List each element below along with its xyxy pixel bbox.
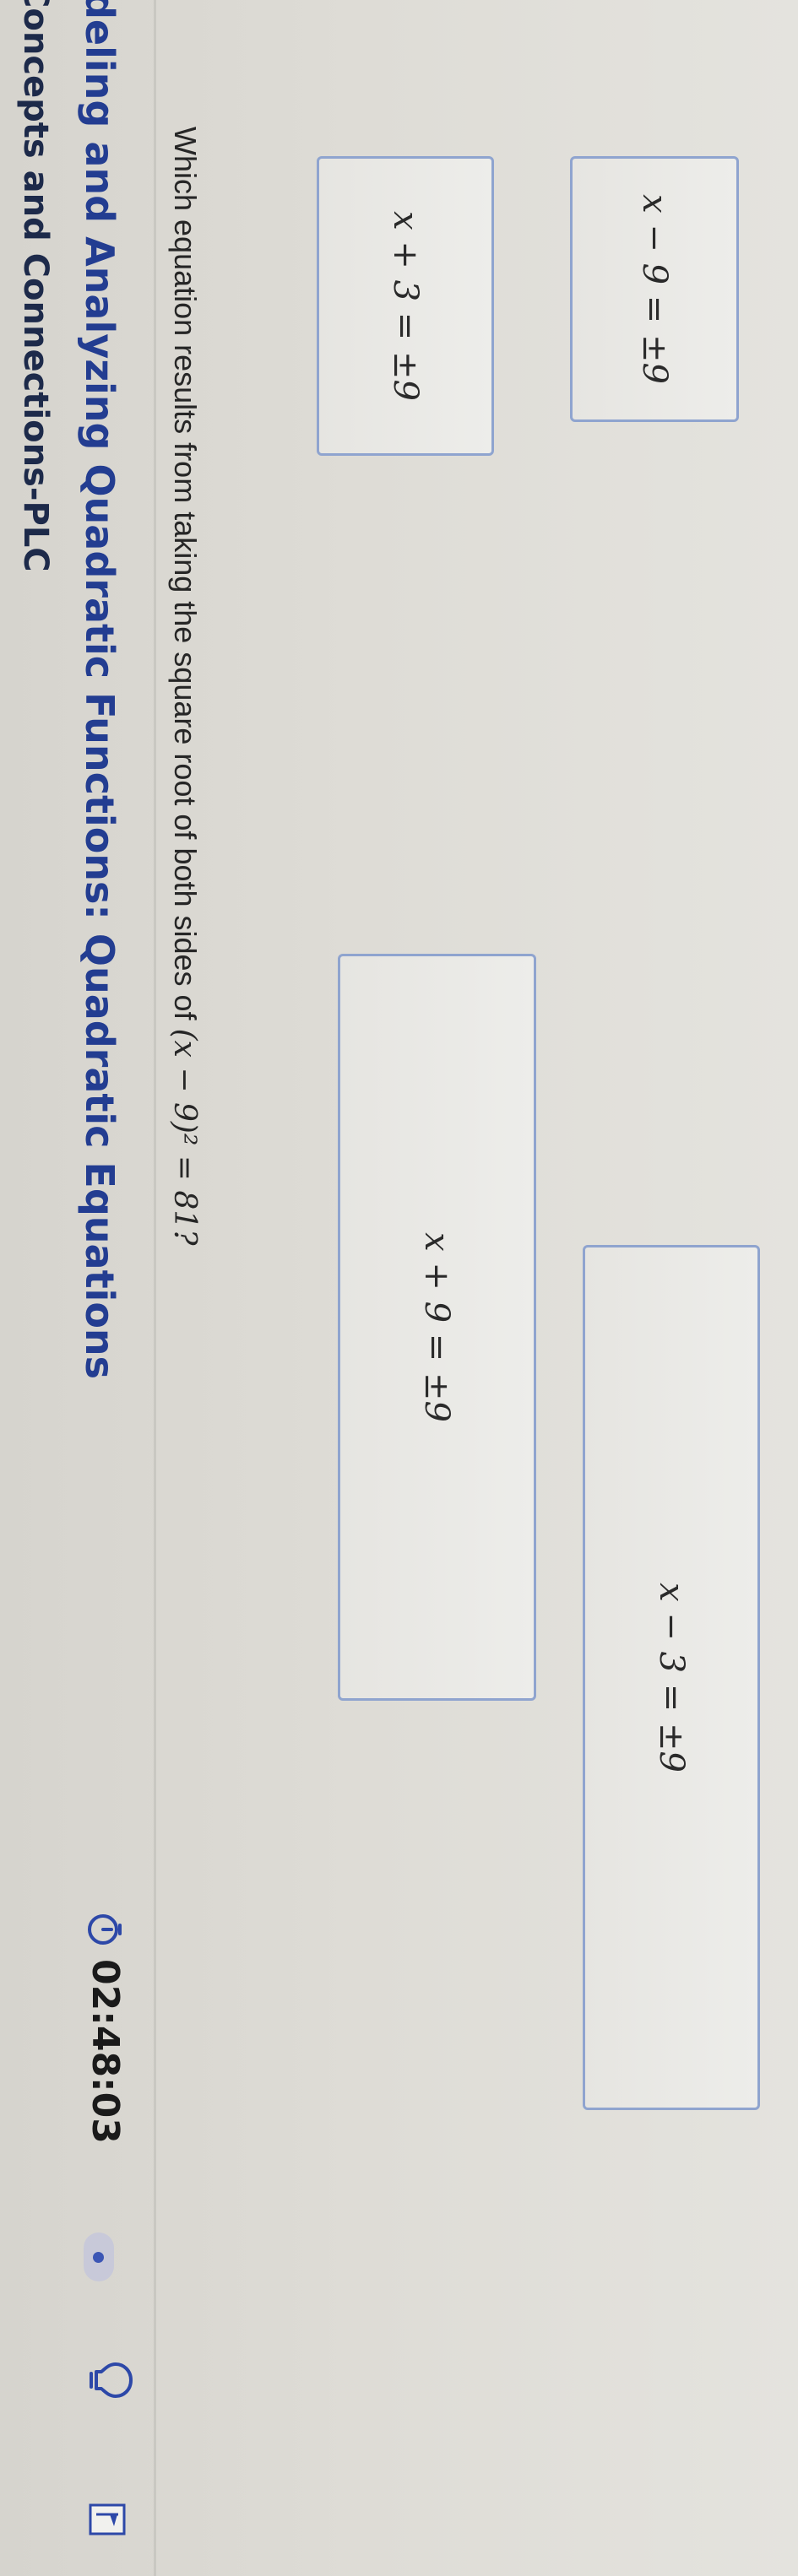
progress-dot-icon[interactable] bbox=[84, 2232, 114, 2281]
question-math: (x − 9)² = 81? bbox=[167, 1028, 202, 1246]
question-prefix: Which equation results from taking the s… bbox=[168, 127, 203, 1029]
answer-option-b[interactable]: x + 9 = ±9 bbox=[338, 954, 536, 1701]
course-header: Concepts and Connections-PLC bbox=[16, 0, 55, 572]
lesson-title: deling and Analyzing Quadratic Functions… bbox=[77, 0, 122, 1380]
answer-label: x + 9 = ±9 bbox=[417, 1232, 457, 1422]
flag-icon[interactable] bbox=[88, 2503, 127, 2536]
answer-label: x + 3 = ±9 bbox=[386, 211, 425, 401]
answer-label: x − 3 = ±9 bbox=[652, 1583, 691, 1772]
question-text: Which equation results from taking the s… bbox=[167, 127, 203, 1246]
quiz-screen: Concepts and Connections-PLC deling and … bbox=[0, 0, 798, 2576]
answer-option-a[interactable]: x + 3 = ±9 bbox=[317, 156, 494, 456]
answer-option-c[interactable]: x − 3 = ±9 bbox=[583, 1245, 760, 2110]
header-divider bbox=[154, 0, 156, 2576]
timer-value: 02:48:03 bbox=[84, 1959, 127, 2144]
answer-label: x − 9 = ±9 bbox=[635, 194, 674, 384]
timer: 02:48:03 bbox=[84, 1912, 127, 2144]
answer-option-d[interactable]: x − 9 = ±9 bbox=[570, 156, 739, 422]
stopwatch-icon bbox=[88, 1914, 122, 1945]
lightbulb-icon[interactable] bbox=[84, 2359, 135, 2401]
